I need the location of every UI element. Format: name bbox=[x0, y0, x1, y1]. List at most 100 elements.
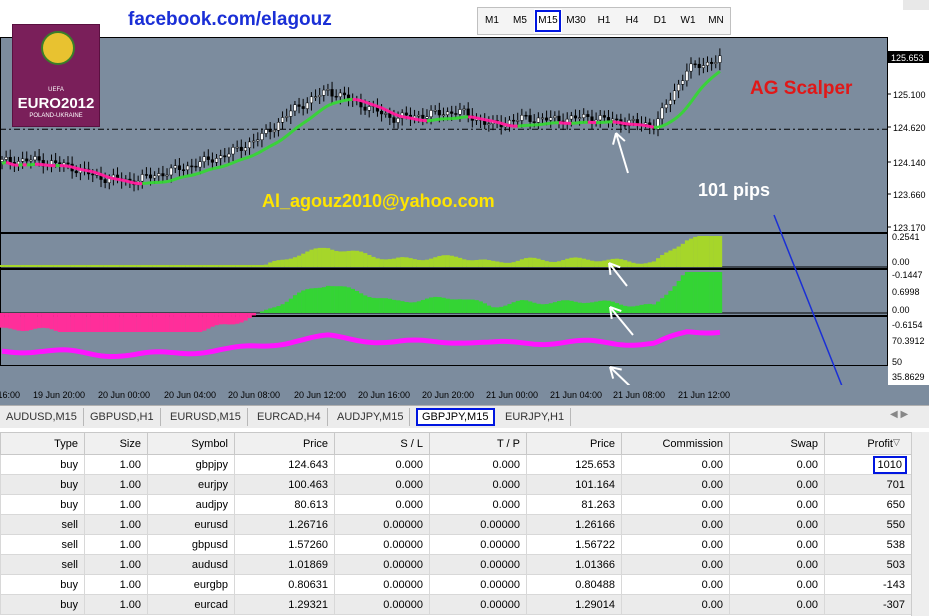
cell-symbol: eurcad bbox=[147, 594, 235, 615]
ma-segment bbox=[195, 171, 201, 176]
table-row[interactable]: sell 1.00 gbpusd 1.57260 0.00000 0.00000 1.567… bbox=[0, 534, 912, 555]
histogram-bar bbox=[346, 287, 351, 313]
histogram-bar bbox=[528, 301, 533, 313]
time-tick-label: 21 Jun 00:00 bbox=[486, 390, 539, 400]
timeframe-mn-button[interactable]: MN bbox=[702, 9, 730, 33]
histogram-bar bbox=[433, 296, 438, 313]
histogram-bar bbox=[387, 259, 393, 267]
histogram-bar bbox=[532, 257, 537, 267]
histogram-bar bbox=[396, 257, 401, 267]
table-row[interactable]: buy 1.00 eurgbp 0.80631 0.00000 0.00000 0.8048… bbox=[0, 574, 912, 595]
timeframe-h4-button[interactable]: H4 bbox=[618, 9, 646, 33]
timeframe-m5-button[interactable]: M5 bbox=[506, 9, 534, 33]
histogram-bar bbox=[548, 303, 554, 313]
cell-type: buy bbox=[0, 454, 85, 475]
histogram-bar bbox=[622, 260, 628, 267]
column-header[interactable]: Commission bbox=[621, 432, 730, 455]
column-header[interactable]: Size bbox=[84, 432, 148, 455]
column-header[interactable]: Symbol bbox=[147, 432, 235, 455]
timeframe-m15-button[interactable]: M15 bbox=[534, 9, 562, 33]
tab-eurjpy-h1[interactable]: EURJPY,H1 bbox=[499, 408, 572, 426]
current-price-label: 125.653 bbox=[891, 53, 924, 63]
tab-eurcad-h4[interactable]: EURCAD,H4 bbox=[251, 408, 328, 426]
histogram-bar bbox=[206, 265, 211, 267]
candle-body bbox=[689, 63, 693, 72]
candle-body bbox=[334, 95, 338, 98]
ma-segment bbox=[67, 164, 73, 169]
candle-body bbox=[582, 114, 586, 118]
candle-body bbox=[677, 84, 681, 92]
histogram-bar bbox=[202, 313, 207, 331]
candle-body bbox=[214, 158, 219, 163]
histogram-bar bbox=[453, 299, 459, 313]
table-row[interactable]: buy 1.00 eurcad 1.29321 0.00000 0.00000 1.2901… bbox=[0, 594, 912, 615]
cell-price2: 101.164 bbox=[526, 474, 622, 495]
column-header[interactable]: Type bbox=[0, 432, 85, 455]
candle-body bbox=[210, 159, 214, 163]
histogram-bar bbox=[569, 257, 574, 267]
timeframe-d1-button[interactable]: D1 bbox=[646, 9, 674, 33]
ma-segment bbox=[240, 156, 246, 161]
table-row[interactable]: sell 1.00 audusd 1.01869 0.00000 0.00000 1.013… bbox=[0, 554, 912, 575]
ma-segment bbox=[84, 168, 89, 173]
candle-body bbox=[421, 114, 425, 119]
timeframe-m30-button[interactable]: M30 bbox=[562, 9, 590, 33]
ma-segment bbox=[414, 117, 420, 122]
ma-segment bbox=[244, 155, 251, 160]
histogram-bar bbox=[523, 258, 529, 267]
histogram-bar bbox=[82, 313, 87, 332]
table-row[interactable]: buy 1.00 eurjpy 100.463 0.000 0.000 101.164 0.0… bbox=[0, 474, 912, 495]
histogram-bar bbox=[239, 313, 244, 323]
histogram-bar bbox=[247, 313, 252, 319]
ma-segment bbox=[689, 95, 697, 103]
histogram-bar bbox=[57, 313, 63, 332]
profit-value: -307 bbox=[882, 598, 905, 611]
histogram-bar bbox=[379, 259, 384, 267]
timeframe-m1-button[interactable]: M1 bbox=[478, 9, 506, 33]
histogram-bar bbox=[565, 258, 570, 267]
histogram-bar bbox=[94, 313, 100, 332]
column-header[interactable]: Price bbox=[526, 432, 622, 455]
logo-sub-text: POLAND-UKRAINE bbox=[29, 113, 83, 119]
chart-tabs: AUDUSD,M15 GBPUSD,H1 EURUSD,M15 EURCAD,H4 AU… bbox=[0, 405, 929, 428]
histogram-bar bbox=[556, 301, 562, 313]
candle-body bbox=[330, 89, 334, 97]
ma-segment bbox=[665, 120, 672, 126]
column-header[interactable]: T / P bbox=[429, 432, 527, 455]
ma-segment bbox=[207, 167, 213, 172]
histogram-bar bbox=[136, 265, 141, 267]
table-row[interactable]: buy 1.00 gbpjpy 124.643 0.000 0.000 125.653 0.0… bbox=[0, 454, 912, 475]
candle-body bbox=[672, 90, 677, 101]
column-header[interactable]: S / L bbox=[334, 432, 430, 455]
tab-scroll-arrows-icon[interactable]: ◀ ▶ bbox=[890, 409, 908, 420]
cell-type: sell bbox=[0, 554, 85, 575]
column-header[interactable]: Swap bbox=[729, 432, 825, 455]
cell-size: 1.00 bbox=[84, 454, 148, 475]
histogram-bar bbox=[647, 303, 653, 313]
column-header[interactable]: Price bbox=[234, 432, 335, 455]
candle-body bbox=[532, 121, 536, 123]
ma-segment bbox=[129, 180, 135, 185]
timeframe-w1-button[interactable]: W1 bbox=[674, 9, 702, 33]
histogram-bar bbox=[259, 265, 265, 267]
table-row[interactable]: buy 1.00 audjpy 80.613 0.000 0.000 81.263 0.00 0… bbox=[0, 494, 912, 515]
histogram-bar bbox=[523, 300, 529, 313]
ma-segment bbox=[488, 119, 494, 123]
window-controls[interactable] bbox=[903, 0, 929, 10]
tab-eurusd-m15[interactable]: EURUSD,M15 bbox=[164, 408, 248, 426]
histogram-bar bbox=[173, 313, 178, 332]
tab-gbpusd-h1[interactable]: GBPUSD,H1 bbox=[84, 408, 161, 426]
vertical-scrollbar[interactable] bbox=[911, 432, 929, 616]
histogram-bar bbox=[544, 304, 549, 313]
histogram-bar bbox=[148, 265, 153, 267]
table-row[interactable]: sell 1.00 eurusd 1.26716 0.00000 0.00000 1.261… bbox=[0, 514, 912, 535]
orders-body: buy 1.00 gbpjpy 124.643 0.000 0.000 125.653 0.0… bbox=[0, 454, 912, 615]
tab-audusd-m15[interactable]: AUDUSD,M15 bbox=[0, 408, 84, 426]
cell-sl: 0.00000 bbox=[334, 574, 430, 595]
tab-gbpjpy-m15[interactable]: GBPJPY,M15 bbox=[416, 408, 496, 426]
histogram-bar bbox=[334, 286, 339, 313]
timeframe-h1-button[interactable]: H1 bbox=[590, 9, 618, 33]
tab-audjpy-m15[interactable]: AUDJPY,M15 bbox=[331, 408, 411, 426]
ma-segment bbox=[273, 140, 280, 146]
candle-body bbox=[660, 107, 664, 120]
